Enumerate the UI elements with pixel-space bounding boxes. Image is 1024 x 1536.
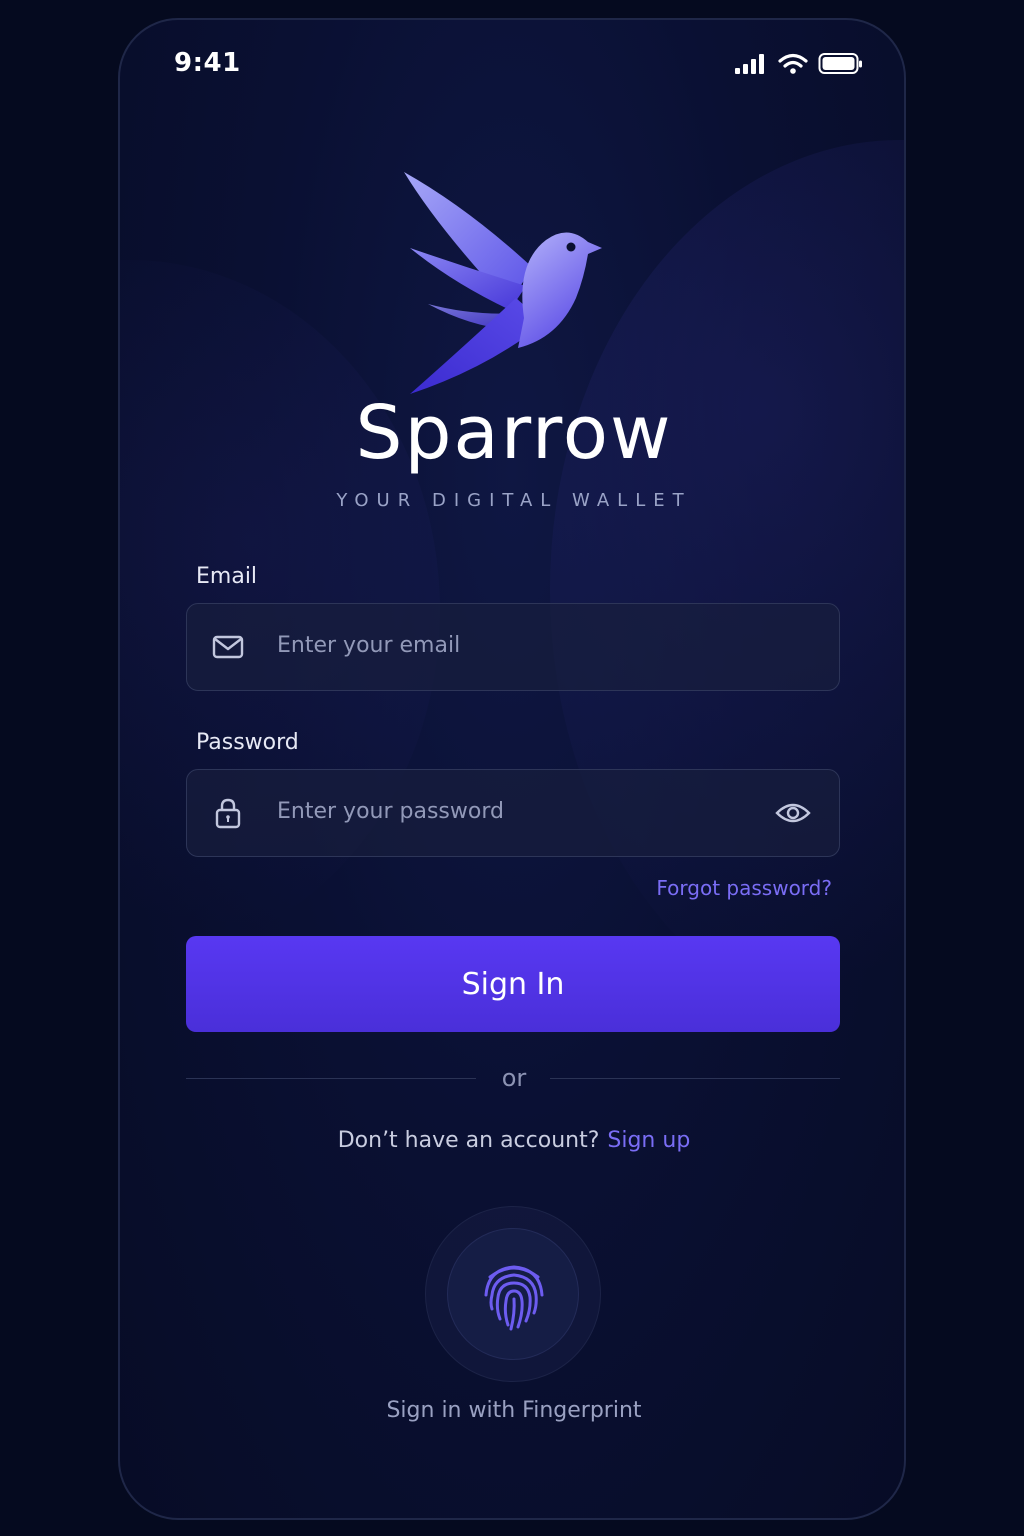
fingerprint-icon: [484, 1265, 544, 1331]
signup-prompt: Don’t have an account? Sign up: [120, 1128, 904, 1153]
brand-name: Sparrow: [355, 390, 673, 476]
email-label: Email: [196, 564, 258, 589]
sign-up-link[interactable]: Sign up: [607, 1128, 690, 1153]
fingerprint-button[interactable]: [447, 1228, 579, 1360]
wifi-icon: [778, 53, 808, 74]
status-icons: [734, 52, 864, 76]
phone-frame: 9:41 Sparrow YOUR DIGITAL WALLET Email E…: [118, 18, 906, 1520]
mail-icon: [212, 635, 244, 659]
password-label: Password: [196, 730, 299, 755]
brand-tagline: YOUR DIGITAL WALLET: [336, 490, 692, 511]
forgot-password-link[interactable]: Forgot password?: [656, 876, 832, 900]
sparrow-bird-logo: [404, 172, 602, 394]
sign-in-button[interactable]: Sign In: [186, 936, 840, 1032]
eye-icon[interactable]: [775, 798, 811, 828]
email-placeholder: Enter your email: [277, 633, 461, 658]
password-placeholder: Enter your password: [277, 799, 504, 824]
signal-icon: [735, 54, 764, 74]
fingerprint-label: Sign in with Fingerprint: [386, 1398, 642, 1423]
battery-icon: [818, 53, 862, 74]
lock-icon: [215, 798, 241, 829]
signup-question: Don’t have an account?: [337, 1128, 600, 1153]
email-field[interactable]: Enter your email: [186, 603, 840, 691]
status-time: 9:41: [174, 48, 241, 78]
divider-or: or: [501, 1064, 527, 1092]
password-field[interactable]: Enter your password: [186, 769, 840, 857]
